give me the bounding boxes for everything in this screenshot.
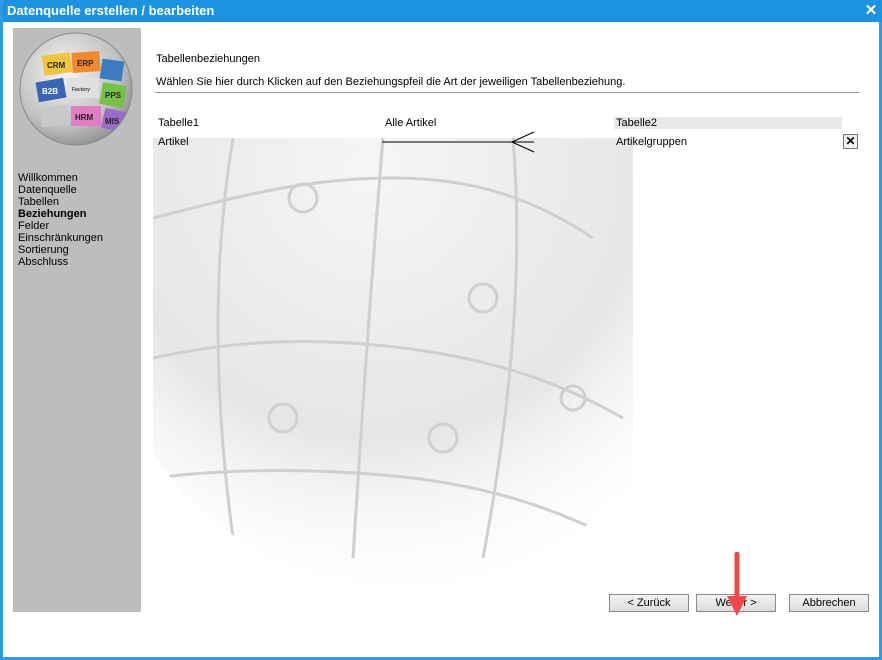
column-header-table1: Tabelle1: [158, 117, 199, 129]
annotation-arrow-icon: [727, 552, 747, 616]
column-header-table2: Tabelle2: [616, 117, 657, 129]
dialog-window: Datenquelle erstellen / bearbeiten ✕ CRM…: [0, 0, 882, 660]
close-icon[interactable]: ✕: [863, 3, 879, 19]
wizard-sidebar: CRM ERP B2B PPS HRM MIS Factory Willkomm…: [13, 28, 141, 612]
step-datenquelle: Datenquelle: [18, 184, 77, 196]
relation-table1-name: Artikel: [158, 136, 189, 148]
step-tabellen: Tabellen: [18, 196, 59, 208]
logo-label-crm: CRM: [47, 61, 66, 70]
remove-relation-button[interactable]: ✕: [843, 134, 858, 149]
column-header-relation: Alle Artikel: [385, 117, 437, 129]
puzzle-globe-watermark: [153, 138, 633, 588]
logo-label-b2b: B2B: [42, 87, 58, 96]
puzzle-globe-logo: CRM ERP B2B PPS HRM MIS Factory: [19, 32, 133, 146]
page-heading: Tabellenbeziehungen: [156, 53, 260, 65]
back-button[interactable]: < Zurück: [609, 594, 689, 612]
wizard-steps: Willkommen Datenquelle Tabellen Beziehun…: [18, 172, 103, 268]
relation-arrow-icon[interactable]: [382, 130, 536, 154]
main-panel: Tabellenbeziehungen Wählen Sie hier durc…: [153, 28, 871, 612]
step-einschraenkungen: Einschränkungen: [18, 232, 104, 244]
header-divider: [155, 92, 859, 93]
step-beziehungen: Beziehungen: [18, 208, 87, 220]
title-bar: Datenquelle erstellen / bearbeiten ✕: [3, 0, 882, 22]
logo-label-factory: Factory: [72, 87, 90, 93]
logo-label-mis: MIS: [105, 117, 120, 126]
cancel-button[interactable]: Abbrechen: [789, 594, 869, 612]
page-description: Wählen Sie hier durch Klicken auf den Be…: [156, 76, 626, 88]
step-sortierung: Sortierung: [18, 244, 69, 256]
step-abschluss: Abschluss: [18, 256, 69, 268]
step-willkommen: Willkommen: [18, 172, 78, 184]
window-title: Datenquelle erstellen / bearbeiten: [7, 3, 215, 18]
logo-label-pps: PPS: [105, 91, 122, 100]
step-felder: Felder: [18, 220, 50, 232]
logo-label-erp: ERP: [77, 59, 94, 68]
logo-label-hrm: HRM: [75, 113, 94, 122]
relation-table2-name: Artikelgruppen: [616, 136, 687, 148]
